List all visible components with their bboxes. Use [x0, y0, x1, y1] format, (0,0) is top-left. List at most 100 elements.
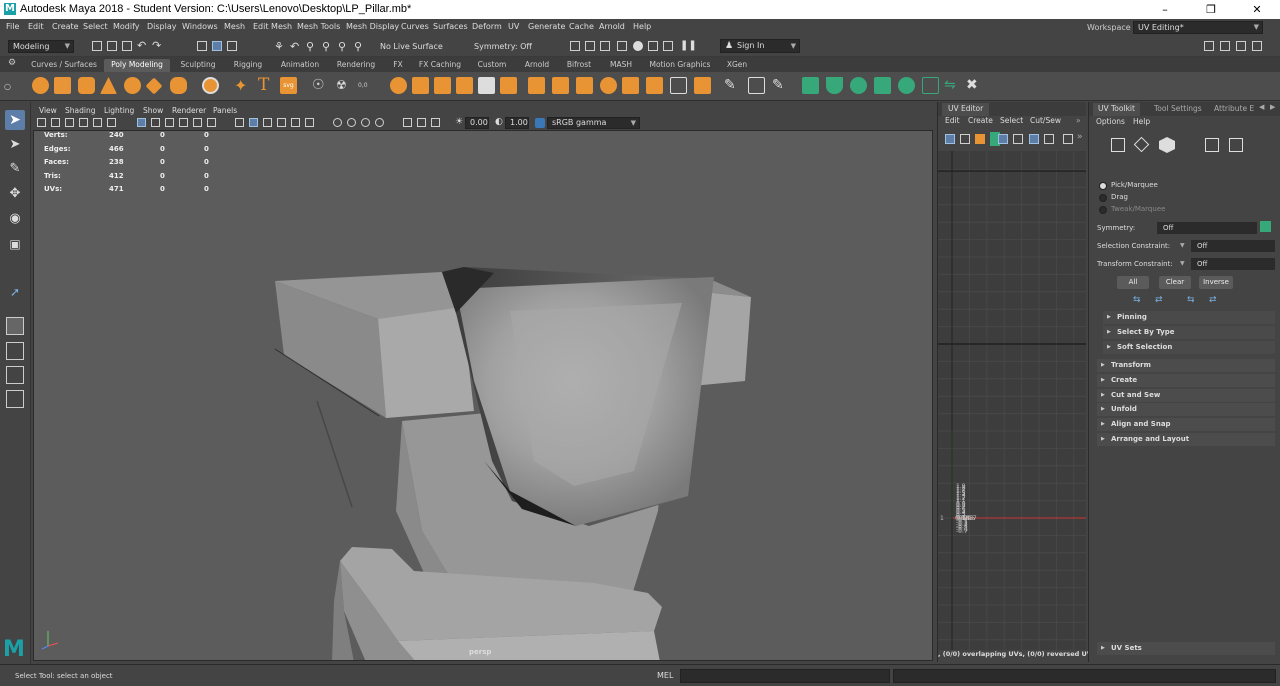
menu-modify[interactable]: Modify — [113, 22, 140, 31]
shelf-tab-rendering[interactable]: Rendering — [330, 59, 382, 72]
transform-constraint-dropdown[interactable]: Off — [1191, 258, 1275, 270]
extrude-icon[interactable] — [500, 77, 517, 94]
sew-uvs-icon[interactable]: ✖ — [966, 77, 983, 94]
frame-cut-and-sew[interactable]: Cut and Sew — [1097, 389, 1275, 402]
symmetry-axis-icon[interactable] — [1260, 221, 1271, 232]
tab-scroll-right-icon[interactable]: ▶ — [1270, 103, 1275, 111]
select-all-button[interactable]: All — [1117, 276, 1149, 289]
command-input[interactable] — [680, 669, 890, 683]
layout-uvs-icon[interactable] — [922, 77, 939, 94]
safe-action-icon[interactable] — [207, 118, 216, 127]
combine-icon[interactable] — [390, 77, 407, 94]
tab-uv-toolkit[interactable]: UV Toolkit — [1093, 103, 1140, 116]
rotate-tool-icon[interactable]: ◉ — [5, 209, 25, 229]
svg-icon[interactable]: svg — [280, 77, 297, 94]
tab-scroll-left-icon[interactable]: ◀ — [1259, 103, 1264, 111]
toggle-tool-settings-icon[interactable] — [1236, 41, 1246, 51]
uv-object-mode-icon[interactable] — [1159, 137, 1175, 153]
resolution-gate-icon[interactable] — [165, 118, 174, 127]
convert-selection-icon[interactable] — [1205, 138, 1219, 152]
cut-uvs-icon[interactable]: ⇋ — [944, 77, 961, 94]
open-scene-icon[interactable] — [107, 41, 117, 51]
shelf-tab-motion-graphics[interactable]: Motion Graphics — [644, 59, 716, 72]
tk-menu-options[interactable]: Options — [1096, 117, 1125, 126]
depth-of-field-icon[interactable] — [375, 118, 384, 127]
pause-icon[interactable]: ❚❚ — [680, 40, 697, 51]
snap-point-icon[interactable]: ⚲ — [306, 40, 314, 53]
menu-mesh-display[interactable]: Mesh Display — [346, 22, 399, 31]
poly-cone-icon[interactable] — [100, 77, 117, 94]
pick-marquee-radio[interactable]: Pick/Marquee — [1099, 181, 1158, 190]
grow-selection-icon[interactable]: ⇆ — [1133, 295, 1141, 305]
new-scene-icon[interactable] — [92, 41, 102, 51]
triangulate-icon[interactable] — [622, 77, 639, 94]
toggle-channel-box-icon[interactable] — [1204, 41, 1214, 51]
motion-blur-icon[interactable] — [347, 118, 356, 127]
uv-menu-cut-sew[interactable]: Cut/Sew — [1030, 116, 1061, 125]
shelf-settings-icon[interactable]: ⚙ — [8, 58, 16, 68]
sign-in-button[interactable]: ♟ Sign In ▼ — [720, 39, 800, 53]
smooth-icon[interactable] — [434, 77, 451, 94]
poly-cylinder-icon[interactable] — [78, 77, 95, 94]
field-chart-icon[interactable] — [193, 118, 202, 127]
tab-uv-editor[interactable]: UV Editor — [942, 103, 990, 116]
save-scene-icon[interactable] — [122, 41, 132, 51]
sweep-mesh-icon[interactable]: ☉ — [312, 77, 329, 94]
perspective-viewport[interactable]: Verts: 240 0 0 Edges: 466 0 0 Faces: 238… — [33, 130, 933, 661]
toggle-attribute-editor-icon[interactable] — [1220, 41, 1230, 51]
tab-attribute-editor[interactable]: Attribute E — [1209, 103, 1259, 116]
maximize-button[interactable]: ❐ — [1188, 0, 1234, 19]
append-icon[interactable] — [552, 77, 569, 94]
menu-edit[interactable]: Edit — [28, 22, 44, 31]
shelf-tab-xgen[interactable]: XGen — [720, 59, 754, 72]
select-edge-ring-icon[interactable]: ⇄ — [1209, 295, 1217, 305]
tk-menu-help[interactable]: Help — [1133, 117, 1150, 126]
frame-pinning[interactable]: Pinning — [1103, 311, 1275, 324]
select-shell-border-icon[interactable] — [1229, 138, 1243, 152]
four-view-layout-icon[interactable] — [6, 342, 24, 360]
menu-uv[interactable]: UV — [508, 22, 519, 31]
frame-create[interactable]: Create — [1097, 374, 1275, 387]
undo-icon[interactable]: ↶ — [137, 39, 146, 52]
menu-curves[interactable]: Curves — [401, 22, 429, 31]
frame-uv-sets[interactable]: UV Sets — [1097, 642, 1275, 655]
reduce-icon[interactable] — [600, 77, 617, 94]
more-tools-icon[interactable]: » — [1077, 132, 1083, 142]
ambient-occlusion-icon[interactable] — [333, 118, 342, 127]
snap-live-icon[interactable]: ⚲ — [338, 40, 346, 53]
select-objects-icon[interactable] — [212, 41, 222, 51]
shelf-tab-animation[interactable]: Animation — [274, 59, 326, 72]
shelf-tab-fx[interactable]: FX — [386, 59, 410, 72]
close-button[interactable]: ✕ — [1234, 0, 1280, 19]
2d-pan-zoom-icon[interactable] — [93, 118, 102, 127]
frame-align-and-snap[interactable]: Align and Snap — [1097, 418, 1275, 431]
select-edge-loop-icon[interactable]: ⇆ — [1187, 295, 1195, 305]
vp-menu-panels[interactable]: Panels — [213, 106, 237, 115]
select-components-icon[interactable] — [227, 41, 237, 51]
outliner-layout-icon[interactable] — [6, 390, 24, 408]
poly-sphere-icon[interactable] — [32, 77, 49, 94]
menu-surfaces[interactable]: Surfaces — [433, 22, 468, 31]
uv-texture-tiles-icon[interactable] — [1013, 134, 1023, 144]
uv-dim-image-icon[interactable] — [1044, 134, 1054, 144]
exposure-field[interactable]: 0.00 — [465, 117, 489, 129]
shelf-tab-fx-caching[interactable]: FX Caching — [414, 59, 466, 72]
use-all-lights-icon[interactable] — [291, 118, 300, 127]
automatic-mapping-icon[interactable] — [874, 77, 891, 94]
menu-file[interactable]: File — [6, 22, 19, 31]
live-surface-label[interactable]: No Live Surface — [380, 42, 443, 51]
menu-mesh[interactable]: Mesh — [224, 22, 245, 31]
color-management-icon[interactable] — [535, 118, 545, 128]
shelf-tab-sculpting[interactable]: Sculpting — [174, 59, 222, 72]
frame-select-by-type[interactable]: Select By Type — [1103, 326, 1275, 339]
shelf-tab-poly-modeling[interactable]: Poly Modeling — [104, 59, 170, 72]
tab-tool-settings[interactable]: Tool Settings — [1149, 103, 1207, 116]
platonic-solid-icon[interactable] — [202, 77, 219, 94]
render-frame-icon[interactable] — [570, 41, 580, 51]
scale-tool-icon[interactable]: ▣ — [5, 234, 25, 254]
uv-snapshot-icon[interactable] — [1063, 134, 1073, 144]
poly-cube-icon[interactable] — [54, 77, 71, 94]
shelf-menu-icon[interactable]: ○ — [4, 82, 11, 91]
mesh-boolean-icon[interactable]: ☢ — [336, 77, 353, 94]
cylindrical-mapping-icon[interactable] — [826, 77, 843, 94]
